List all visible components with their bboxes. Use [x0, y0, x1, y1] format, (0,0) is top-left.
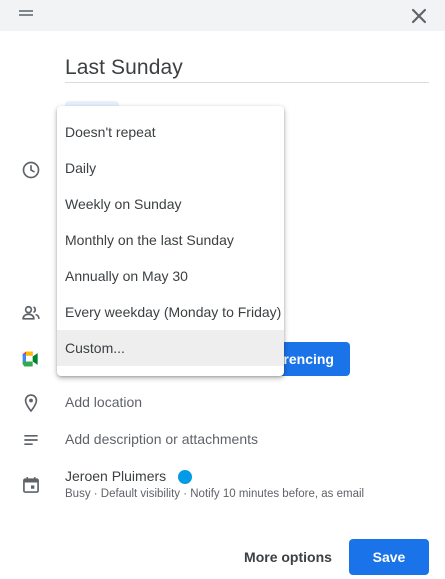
recurrence-option-annually[interactable]: Annually on May 30: [57, 258, 284, 294]
drag-handle-icon[interactable]: [19, 10, 33, 16]
recurrence-dropdown-menu: Doesn't repeat Daily Weekly on Sunday Mo…: [57, 106, 284, 376]
more-options-button[interactable]: More options: [236, 542, 340, 572]
location-pin-icon: [21, 393, 41, 413]
close-button[interactable]: [406, 3, 432, 29]
recurrence-option-monthly[interactable]: Monthly on the last Sunday: [57, 222, 284, 258]
calendar-event-details[interactable]: Busy · Default visibility · Notify 10 mi…: [65, 488, 364, 500]
recurrence-option-doesnt-repeat[interactable]: Doesn't repeat: [57, 114, 284, 150]
calendar-owner-name[interactable]: Jeroen Pluimers: [65, 468, 166, 484]
description-lines-icon: [21, 430, 41, 450]
recurrence-option-weekly[interactable]: Weekly on Sunday: [57, 186, 284, 222]
event-title-input[interactable]: Last Sunday: [65, 56, 429, 82]
calendar-icon: [21, 475, 41, 495]
add-location-field[interactable]: Add location: [65, 394, 142, 410]
save-button[interactable]: Save: [349, 539, 429, 575]
recurrence-option-custom[interactable]: Custom...: [57, 330, 284, 366]
dialog-header-bar[interactable]: [0, 0, 445, 31]
title-underline: [65, 82, 429, 83]
calendar-color-dot: [178, 470, 192, 484]
recurrence-option-daily[interactable]: Daily: [57, 150, 284, 186]
video-meet-icon: [21, 349, 41, 369]
add-description-field[interactable]: Add description or attachments: [65, 431, 258, 447]
recurrence-option-every-weekday[interactable]: Every weekday (Monday to Friday): [57, 294, 284, 330]
people-icon: [21, 303, 41, 323]
clock-icon: [21, 160, 41, 180]
close-icon: [411, 8, 427, 24]
